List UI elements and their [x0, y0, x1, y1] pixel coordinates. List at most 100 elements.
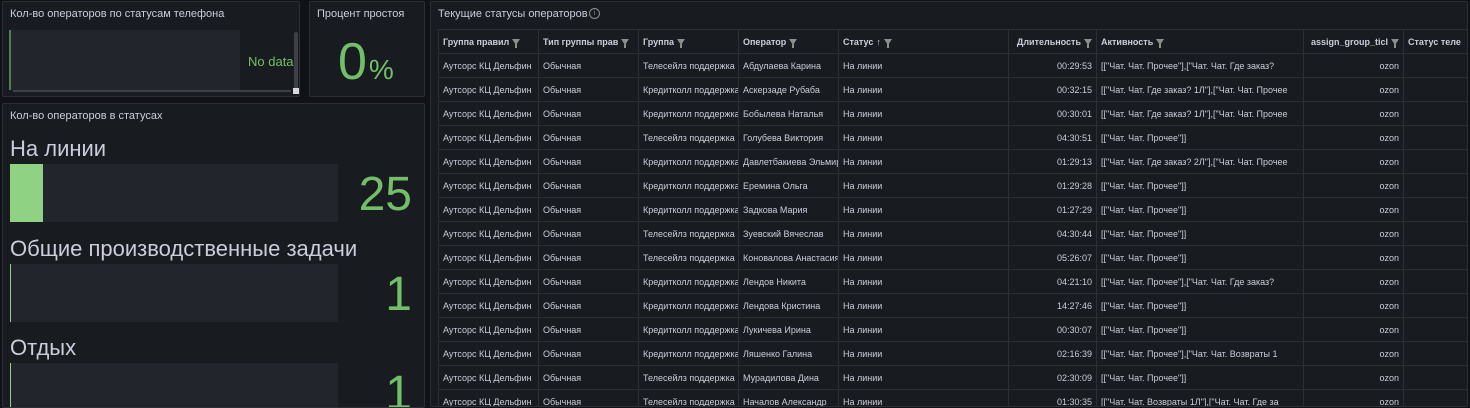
table-row[interactable]: Аутсорс КЦ Дельфин Обычная Телесейлз подде… — [438, 389, 1467, 406]
col-group-type-cell: Обычная — [538, 245, 639, 270]
col-duration-header[interactable]: Длительность — [1008, 29, 1097, 54]
filter-icon[interactable] — [1391, 39, 1399, 49]
table-row[interactable]: Аутсорс КЦ Дельфин Обычная Кредитколл подд… — [438, 293, 1467, 318]
col-rule-group-header[interactable]: Группа правил — [438, 29, 539, 54]
col-operator-cell: Бобылева Наталья — [738, 101, 839, 126]
col-activity-cell: [["Чат. Чат. Прочее"]] — [1096, 245, 1304, 270]
col-phone-status-header[interactable]: Статус теле — [1403, 29, 1467, 54]
column-label: Оператор — [743, 36, 787, 47]
table-row[interactable]: Аутсорс КЦ Дельфин Обычная Телесейлз подде… — [438, 125, 1467, 150]
vertical-scrollbar[interactable] — [294, 32, 298, 90]
col-group-type-cell: Обычная — [538, 77, 639, 102]
filter-icon[interactable] — [512, 39, 521, 49]
idle-value: 0 — [338, 33, 367, 91]
col-phone-status-cell — [1403, 77, 1467, 102]
status-bar-fill — [10, 264, 12, 322]
col-status-cell: На линии — [838, 365, 1009, 390]
col-assign-group-cell: ozon — [1303, 269, 1404, 294]
col-group-cell: Кредитколл поддержка — [638, 149, 739, 174]
col-phone-status-cell — [1403, 53, 1467, 78]
filter-icon[interactable] — [883, 39, 892, 49]
col-group-type-cell: Обычная — [538, 293, 639, 318]
col-assign-group-cell: ozon — [1303, 149, 1404, 174]
table-row[interactable]: Аутсорс КЦ Дельфин Обычная Кредитколл подд… — [438, 149, 1467, 174]
filter-icon[interactable] — [621, 39, 630, 49]
horizontal-scrollbar[interactable] — [13, 90, 291, 92]
col-operator-header[interactable]: Оператор — [738, 29, 839, 54]
col-group-type-cell: Обычная — [538, 149, 639, 174]
table-row[interactable]: Аутсорс КЦ Дельфин Обычная Телесейлз подде… — [438, 53, 1467, 78]
table-row[interactable]: Аутсорс КЦ Дельфин Обычная Кредитколл подд… — [438, 77, 1467, 102]
col-activity-cell: [["Чат. Чат. Прочее"]] — [1096, 293, 1304, 318]
col-activity-header[interactable]: Активность — [1096, 29, 1304, 54]
table-row[interactable]: Аутсорс КЦ Дельфин Обычная Кредитколл подд… — [438, 317, 1467, 342]
col-rule-group-cell: Аутсорс КЦ Дельфин — [438, 389, 539, 406]
col-activity-cell: [["Чат. Чат. Возвраты 1Л"],["Чат. Чат. Г… — [1096, 389, 1304, 406]
col-activity-cell: [["Чат. Чат. Прочее"]] — [1096, 317, 1304, 342]
col-group-cell: Кредитколл поддержка — [638, 197, 739, 222]
col-activity-cell: [["Чат. Чат. Прочее"],["Чат. Чат. Где за… — [1096, 269, 1304, 294]
info-icon[interactable]: i — [589, 8, 600, 19]
col-status-cell: На линии — [838, 245, 1009, 270]
panel-title: Кол-во операторов в статусах — [10, 110, 163, 122]
col-duration-cell: 04:21:10 — [1008, 269, 1097, 294]
col-operator-cell: Мурадилова Дина — [738, 365, 839, 390]
col-assign-group-cell: ozon — [1303, 77, 1404, 102]
panel-title: Текущие статусы операторов — [438, 8, 588, 20]
column-label: Активность — [1101, 36, 1154, 47]
col-rule-group-cell: Аутсорс КЦ Дельфин — [438, 317, 539, 342]
col-duration-cell: 00:29:53 — [1008, 53, 1097, 78]
operators-table: Группа правил Тип группы прав Группа Операт… — [438, 29, 1467, 406]
column-label: Длительность — [1016, 36, 1081, 47]
table-row[interactable]: Аутсорс КЦ Дельфин Обычная Кредитколл подд… — [438, 341, 1467, 366]
filter-icon[interactable] — [677, 39, 686, 49]
col-assign-group-cell: ozon — [1303, 125, 1404, 150]
col-group-type-cell: Обычная — [538, 101, 639, 126]
col-operator-cell: Голубева Виктория — [738, 125, 839, 150]
col-group-cell: Кредитколл поддержка — [638, 77, 739, 102]
sort-ascending-icon[interactable]: ↑ — [876, 37, 881, 47]
col-assign-group-cell: ozon — [1303, 341, 1404, 366]
column-label: Группа правил — [443, 36, 510, 47]
col-status-cell: На линии — [838, 197, 1009, 222]
table-row[interactable]: Аутсорс КЦ Дельфин Обычная Кредитколл подд… — [438, 197, 1467, 222]
col-phone-status-cell — [1403, 101, 1467, 126]
table-row[interactable]: Аутсорс КЦ Дельфин Обычная Кредитколл подд… — [438, 101, 1467, 126]
chart-axis — [9, 30, 11, 90]
table-row[interactable]: Аутсорс КЦ Дельфин Обычная Телесейлз подде… — [438, 365, 1467, 390]
col-group-type-cell: Обычная — [538, 269, 639, 294]
column-label: Статус — [843, 36, 874, 47]
operators-in-status-panel: Кол-во операторов в статусах На линии 25… — [2, 103, 425, 408]
table-row[interactable]: Аутсорс КЦ Дельфин Обычная Кредитколл подд… — [438, 173, 1467, 198]
col-group-type-cell: Обычная — [538, 221, 639, 246]
col-group-type-cell: Обычная — [538, 317, 639, 342]
status-count: 25 — [358, 168, 412, 221]
col-group-cell: Телесейлз поддержка — [638, 221, 739, 246]
col-phone-status-cell — [1403, 197, 1467, 222]
col-group-type-header[interactable]: Тип группы прав — [538, 29, 639, 54]
col-group-header[interactable]: Группа — [638, 29, 739, 54]
filter-icon[interactable] — [1084, 39, 1092, 49]
col-operator-cell: Началов Александр — [738, 389, 839, 406]
col-operator-cell: Еремина Ольга — [738, 173, 839, 198]
status-bar-fill — [10, 363, 12, 407]
col-assign-group-header[interactable]: assign_group_ticl — [1303, 29, 1404, 54]
col-rule-group-cell: Аутсорс КЦ Дельфин — [438, 125, 539, 150]
status-name: На линии — [10, 136, 107, 161]
status-count: 1 — [385, 367, 412, 408]
col-duration-cell: 04:30:44 — [1008, 221, 1097, 246]
filter-icon[interactable] — [1156, 39, 1165, 49]
col-group-type-cell: Обычная — [538, 197, 639, 222]
resize-handle[interactable] — [293, 88, 299, 94]
col-assign-group-cell: ozon — [1303, 53, 1404, 78]
col-duration-cell: 00:30:01 — [1008, 101, 1097, 126]
table-row[interactable]: Аутсорс КЦ Дельфин Обычная Кредитколл подд… — [438, 269, 1467, 294]
col-phone-status-cell — [1403, 293, 1467, 318]
col-group-cell: Телесейлз поддержка — [638, 365, 739, 390]
col-operator-cell: Задкова Мария — [738, 197, 839, 222]
table-row[interactable]: Аутсорс КЦ Дельфин Обычная Телесейлз подде… — [438, 245, 1467, 270]
col-activity-cell: [["Чат. Чат. Прочее"]] — [1096, 221, 1304, 246]
table-row[interactable]: Аутсорс КЦ Дельфин Обычная Телесейлз подде… — [438, 221, 1467, 246]
col-status-header[interactable]: Статус ↑ — [838, 29, 1009, 54]
filter-icon[interactable] — [789, 39, 798, 49]
